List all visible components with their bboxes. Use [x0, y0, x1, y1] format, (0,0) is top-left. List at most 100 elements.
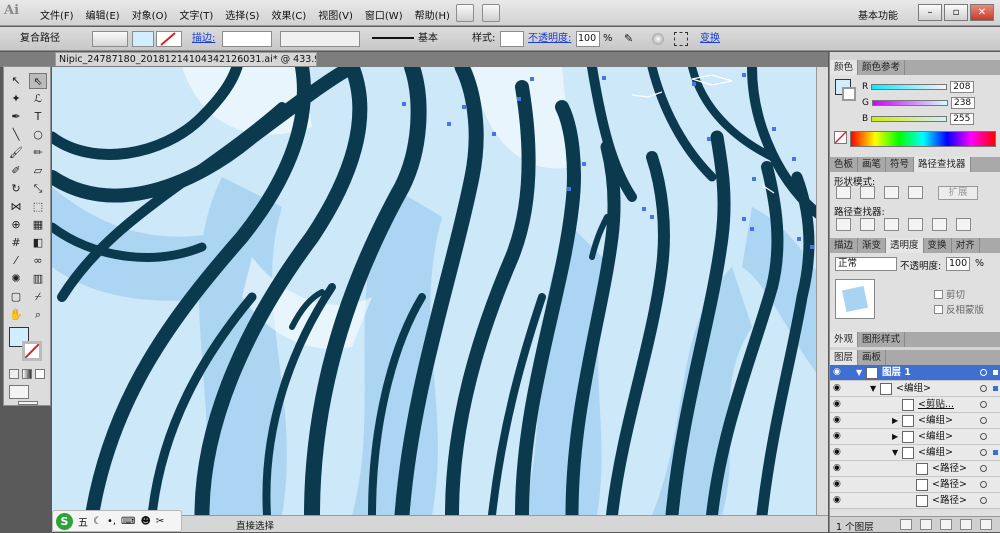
- none-swatch[interactable]: [834, 131, 847, 144]
- layer-row[interactable]: ◉ ▼ <编组>: [830, 445, 1000, 461]
- expand-triangle-icon[interactable]: ▼: [870, 381, 876, 397]
- layer-name[interactable]: <路径>: [932, 461, 967, 477]
- layer-name[interactable]: <路径>: [932, 477, 967, 493]
- tab-appearance[interactable]: 外观: [830, 332, 859, 347]
- drawing-mode-icon[interactable]: [9, 385, 29, 399]
- make-clipping-mask-icon[interactable]: [920, 519, 932, 530]
- menu-select[interactable]: 选择(S): [225, 7, 259, 22]
- stroke-color-box[interactable]: [22, 341, 42, 361]
- new-sublayer-icon[interactable]: [940, 519, 952, 530]
- tab-gradient[interactable]: 渐变: [858, 238, 887, 253]
- tab-color-guide[interactable]: 颜色参考: [858, 60, 906, 75]
- document-setup-icon[interactable]: [652, 33, 664, 45]
- variable-width-profile[interactable]: [280, 31, 360, 47]
- target-circle-icon[interactable]: [980, 449, 987, 456]
- stroke-color-swatch[interactable]: [156, 31, 182, 47]
- b-slider[interactable]: [871, 116, 948, 122]
- close-button[interactable]: ✕: [970, 4, 994, 21]
- gradient-tool-icon[interactable]: ◧: [29, 235, 47, 251]
- perspective-grid-icon[interactable]: ▦: [29, 217, 47, 233]
- divide-icon[interactable]: [836, 218, 851, 231]
- rotate-tool-icon[interactable]: ↻: [7, 181, 25, 197]
- target-circle-icon[interactable]: [980, 433, 987, 440]
- selection-indicator[interactable]: [993, 386, 998, 391]
- r-slider[interactable]: [871, 84, 948, 90]
- selection-tool-icon[interactable]: ↖: [7, 73, 25, 89]
- ellipse-tool-icon[interactable]: ○: [29, 127, 47, 143]
- punctuation-icon[interactable]: •,: [107, 516, 116, 527]
- eyedropper-icon[interactable]: ⁄: [7, 253, 25, 269]
- layer-row[interactable]: ◉ <路径>: [830, 477, 1000, 493]
- target-circle-icon[interactable]: [980, 401, 987, 408]
- g-value[interactable]: 238: [950, 97, 975, 109]
- menu-edit[interactable]: 编辑(E): [86, 7, 120, 22]
- expand-button[interactable]: 扩展: [938, 186, 978, 200]
- target-circle-icon[interactable]: [980, 497, 987, 504]
- tab-align[interactable]: 对齐: [952, 238, 980, 253]
- ime-toolbar[interactable]: S 五 ☾ •, ⌨ ☻ ✂: [52, 510, 182, 532]
- tab-artboards[interactable]: 画板: [858, 350, 887, 365]
- ime-logo-icon[interactable]: S: [56, 512, 73, 530]
- opacity-input[interactable]: 100: [576, 31, 600, 47]
- layer-row[interactable]: ◉ ▶ <编组>: [830, 429, 1000, 445]
- eye-icon[interactable]: ◉: [833, 400, 845, 409]
- gradient-button[interactable]: [22, 369, 32, 379]
- mesh-tool-icon[interactable]: #: [7, 235, 25, 251]
- color-spectrum[interactable]: [850, 131, 996, 147]
- invert-mask-checkbox[interactable]: [934, 304, 943, 314]
- eye-icon[interactable]: ◉: [833, 384, 845, 393]
- menu-help[interactable]: 帮助(H): [415, 7, 450, 22]
- exclude-icon[interactable]: [908, 186, 923, 199]
- layer-row[interactable]: ◉ ▶ <编组>: [830, 413, 1000, 429]
- expand-triangle-icon[interactable]: ▼: [856, 365, 862, 381]
- object-thumbnail[interactable]: [835, 279, 875, 319]
- graphic-style-swatch[interactable]: [500, 31, 524, 47]
- tab-layers[interactable]: 图层: [830, 350, 859, 365]
- b-value[interactable]: 255: [950, 113, 975, 125]
- menu-object[interactable]: 对象(O): [132, 7, 168, 22]
- g-slider[interactable]: [871, 100, 948, 106]
- layer-name[interactable]: <编组>: [896, 381, 931, 397]
- direct-selection-tool-icon[interactable]: ⇖: [29, 73, 47, 89]
- settings-icon[interactable]: ✂: [156, 516, 164, 527]
- menu-type[interactable]: 文字(T): [179, 7, 213, 22]
- tab-stroke[interactable]: 描边: [830, 238, 859, 253]
- tab-color[interactable]: 颜色: [830, 60, 859, 75]
- r-value[interactable]: 208: [950, 81, 975, 93]
- unite-icon[interactable]: [836, 186, 851, 199]
- menu-effect[interactable]: 效果(C): [271, 7, 306, 22]
- eye-icon[interactable]: ◉: [833, 448, 845, 457]
- menu-window[interactable]: 窗口(W): [365, 7, 403, 22]
- ime-mode[interactable]: 五: [78, 514, 88, 529]
- stroke-label[interactable]: 描边:: [192, 31, 215, 47]
- minus-front-icon[interactable]: [860, 186, 875, 199]
- layer-name[interactable]: <编组>: [918, 429, 953, 445]
- stroke-weight-field[interactable]: [222, 31, 272, 47]
- outline-icon[interactable]: [932, 218, 947, 231]
- color-button[interactable]: [9, 369, 19, 379]
- trim-icon[interactable]: [860, 218, 875, 231]
- selection-indicator[interactable]: [993, 450, 998, 455]
- tab-pathfinder[interactable]: 路径查找器: [914, 157, 971, 172]
- eye-icon[interactable]: ◉: [833, 496, 845, 505]
- minimize-button[interactable]: –: [918, 4, 942, 21]
- document-tab[interactable]: Nipic_24787180_20181214104342126031.ai* …: [55, 52, 317, 66]
- menu-view[interactable]: 视图(V): [318, 7, 353, 22]
- user-icon[interactable]: ☻: [140, 516, 150, 527]
- tab-brushes[interactable]: 画笔: [858, 157, 887, 172]
- transparency-opacity-input[interactable]: 100: [946, 257, 970, 271]
- target-circle-icon[interactable]: [980, 465, 987, 472]
- expand-triangle-icon[interactable]: ▶: [892, 429, 898, 445]
- brush-stroke-preview[interactable]: [372, 37, 414, 39]
- shape-builder-icon[interactable]: ⊕: [7, 217, 25, 233]
- blend-tool-icon[interactable]: ∞: [29, 253, 47, 269]
- layer-name[interactable]: 图层 1: [882, 365, 911, 381]
- opacity-label[interactable]: 不透明度:: [528, 31, 571, 47]
- layer-row[interactable]: ◉ ▼ 图层 1: [830, 365, 1000, 381]
- isolate-icons[interactable]: [92, 31, 128, 47]
- hand-tool-icon[interactable]: ✋: [7, 307, 25, 323]
- scale-tool-icon[interactable]: ⤡: [29, 181, 47, 197]
- none-button[interactable]: [35, 369, 45, 379]
- locate-object-icon[interactable]: [900, 519, 912, 530]
- recolor-artwork-icon[interactable]: ✎: [624, 32, 638, 46]
